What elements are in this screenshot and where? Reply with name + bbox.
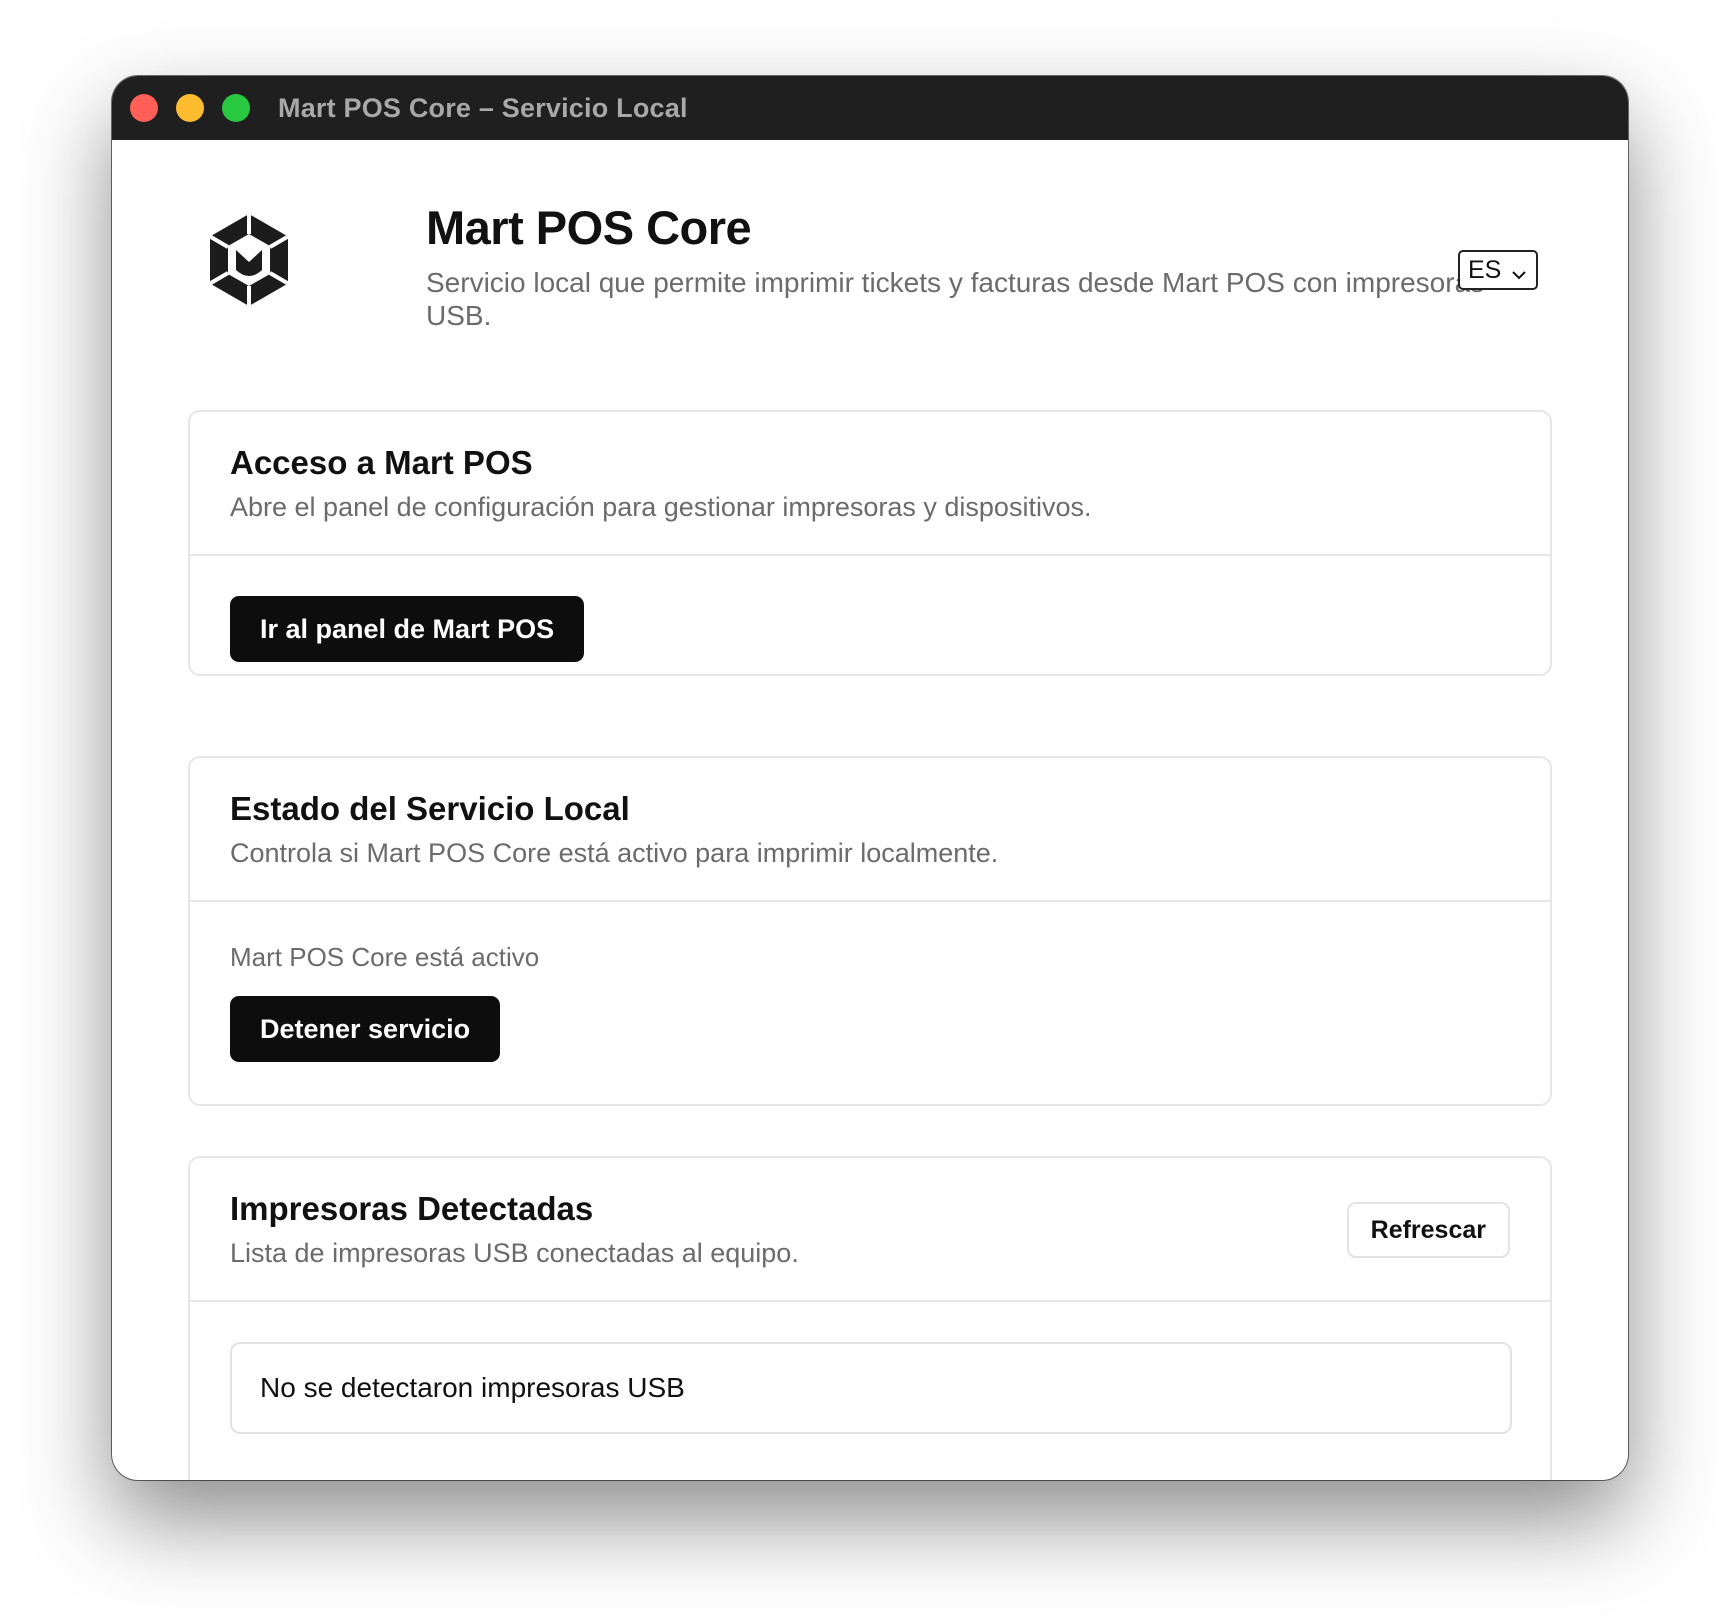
- printers-card: Impresoras Detectadas Lista de impresora…: [188, 1156, 1552, 1480]
- refresh-button[interactable]: Refrescar: [1346, 1202, 1510, 1258]
- maximize-window-button[interactable]: [222, 94, 250, 122]
- printers-card-description: Lista de impresoras USB conectadas al eq…: [230, 1238, 799, 1268]
- chevron-down-icon: [1510, 262, 1528, 291]
- open-panel-button[interactable]: Ir al panel de Mart POS: [230, 596, 585, 662]
- close-window-button[interactable]: [130, 94, 158, 122]
- window-titlebar[interactable]: Mart POS Core – Servicio Local: [112, 76, 1628, 140]
- app-window: Mart POS Core – Servicio Local Mart POS …: [112, 76, 1628, 1480]
- access-card-description: Abre el panel de configuración para gest…: [230, 492, 1092, 522]
- service-status-text: Mart POS Core está activo: [230, 942, 540, 972]
- printers-card-title: Impresoras Detectadas: [230, 1190, 594, 1227]
- app-title: Mart POS Core: [426, 201, 752, 254]
- stop-service-button[interactable]: Detener servicio: [230, 996, 501, 1062]
- language-select-value: ES: [1468, 255, 1502, 284]
- access-card-header: Acceso a Mart POS Abre el panel de confi…: [190, 412, 1550, 556]
- access-card-title: Acceso a Mart POS: [230, 444, 533, 481]
- service-card-header: Estado del Servicio Local Controla si Ma…: [190, 758, 1550, 902]
- service-card-title: Estado del Servicio Local: [230, 790, 630, 827]
- service-status-card: Estado del Servicio Local Controla si Ma…: [188, 756, 1552, 1106]
- language-select[interactable]: ES: [1458, 250, 1538, 290]
- printers-card-header: Impresoras Detectadas Lista de impresora…: [190, 1158, 1550, 1302]
- minimize-window-button[interactable]: [176, 94, 204, 122]
- desktop-background: Mart POS Core – Servicio Local Mart POS …: [0, 0, 1734, 1624]
- no-printers-message: No se detectaron impresoras USB: [230, 1342, 1512, 1434]
- app-header: Mart POS Core Servicio local que permite…: [206, 200, 1538, 331]
- access-card: Acceso a Mart POS Abre el panel de confi…: [188, 410, 1552, 676]
- window-title: Mart POS Core – Servicio Local: [278, 92, 688, 123]
- service-card-description: Controla si Mart POS Core está activo pa…: [230, 838, 999, 868]
- hexagon-m-logo-icon: [206, 212, 292, 308]
- app-subtitle: Servicio local que permite imprimir tick…: [426, 267, 1485, 331]
